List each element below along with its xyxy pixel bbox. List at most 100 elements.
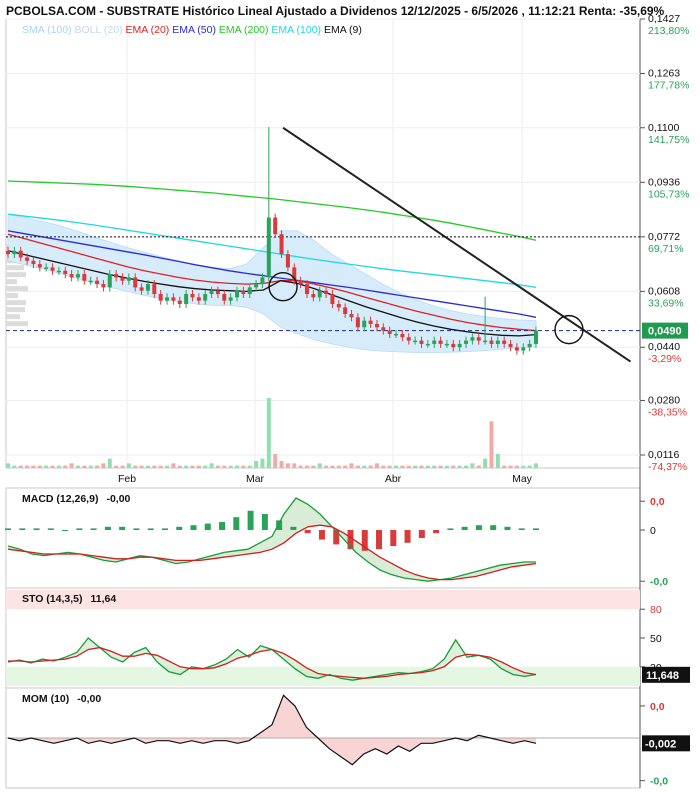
legend-ema-9: EMA (9)	[324, 24, 362, 36]
volume-bar	[298, 465, 303, 468]
candle	[241, 290, 246, 295]
volume-bar	[152, 465, 157, 468]
macd-histogram-bar	[304, 530, 311, 534]
candle	[235, 290, 240, 298]
volume-bar	[25, 465, 30, 468]
volume-bar	[190, 465, 195, 468]
candle	[285, 254, 290, 268]
volume-bar	[521, 465, 526, 468]
candle	[31, 260, 36, 265]
candle	[260, 277, 265, 285]
sto-tick-label: 50	[650, 633, 662, 645]
percent-tick-label: 69,71%	[648, 243, 684, 255]
volume-bar	[171, 463, 176, 468]
legend-boll-20: BOLL (20)	[75, 24, 123, 36]
volume-bar	[343, 465, 348, 468]
candle	[247, 287, 252, 295]
volume-bar	[31, 465, 36, 468]
volume-bar	[292, 463, 297, 468]
bollinger-band	[7, 213, 537, 353]
macd-histogram-bar	[176, 526, 183, 530]
candle	[196, 297, 201, 301]
candle	[50, 267, 55, 271]
candle	[184, 294, 189, 305]
candle	[63, 270, 68, 275]
macd-histogram-bar	[504, 526, 511, 530]
volume-bar	[279, 461, 284, 468]
candle	[266, 217, 271, 278]
volume-bar	[241, 465, 246, 468]
candle	[476, 337, 481, 341]
percent-tick-label: 105,73%	[648, 188, 689, 200]
candle	[228, 297, 233, 301]
candle	[279, 234, 284, 255]
volume-bar	[451, 465, 456, 468]
candle	[470, 337, 475, 341]
macd-histogram-bar	[490, 525, 497, 530]
candle	[88, 280, 93, 283]
candle	[483, 340, 488, 343]
candle	[18, 250, 23, 258]
volume-bar	[419, 465, 424, 468]
percent-tick-label: 141,75%	[648, 134, 689, 146]
volume-bar	[464, 465, 469, 468]
candle	[355, 317, 360, 328]
volume-bar	[514, 465, 519, 468]
volume-bar	[101, 463, 106, 468]
candle	[56, 270, 61, 273]
candle	[133, 277, 138, 288]
candle	[75, 274, 80, 278]
candle	[177, 300, 182, 305]
candle	[394, 333, 399, 336]
candle	[464, 340, 469, 344]
macd-histogram-bar	[204, 523, 211, 530]
candle	[495, 340, 500, 344]
volume-bar	[56, 465, 61, 468]
candle	[502, 340, 507, 344]
candle	[324, 290, 329, 295]
current-price-label: 0,0490	[648, 326, 682, 338]
volume-bar	[273, 454, 278, 468]
percent-tick-label: 177,78%	[648, 80, 689, 92]
volume-bar	[413, 465, 418, 468]
candle	[215, 290, 220, 295]
candle	[432, 340, 437, 344]
candle	[44, 267, 49, 269]
candle	[387, 330, 392, 334]
volume-bar	[476, 465, 481, 468]
macd-fill	[8, 498, 536, 582]
mom-tick-label: -0,0	[650, 776, 668, 788]
macd-histogram-bar	[161, 528, 168, 530]
candle	[145, 284, 150, 291]
macd-histogram-bar	[376, 530, 383, 550]
candle	[317, 290, 322, 298]
macd-histogram-bar	[447, 528, 454, 530]
candle	[489, 340, 494, 344]
volume-bar	[266, 398, 271, 468]
candle	[120, 277, 125, 281]
macd-histogram-bar	[390, 530, 397, 546]
candle	[368, 320, 373, 324]
macd-tick-label: 0,0	[650, 496, 665, 508]
volume-bar	[534, 463, 538, 468]
volume-bar	[444, 465, 449, 468]
volume-bar	[133, 465, 138, 468]
volume-bar	[304, 465, 309, 468]
macd-histogram-bar	[62, 530, 69, 531]
candle	[222, 294, 227, 301]
price-tick-label: 0,1100	[648, 122, 679, 134]
percent-tick-label: -3,29%	[648, 353, 681, 365]
macd-histogram-bar	[90, 528, 97, 530]
volume-bar	[438, 465, 443, 468]
volume-bar	[394, 465, 399, 468]
volume-bar	[432, 465, 437, 468]
volume-bar	[495, 454, 500, 468]
volume-bar	[88, 465, 93, 468]
volume-bar	[247, 465, 252, 468]
volume-bar	[387, 465, 392, 468]
volume-bar	[145, 465, 150, 468]
candle	[190, 294, 195, 298]
volume-bar	[355, 465, 360, 468]
candle	[336, 304, 341, 308]
volume-profile-bar	[6, 307, 25, 313]
